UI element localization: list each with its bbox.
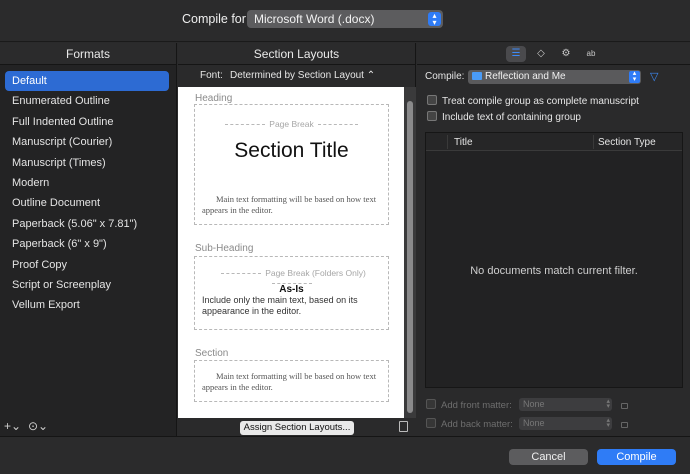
front-matter-value: None [523,399,545,409]
bottom-bar: Cancel Compile [0,436,690,474]
checkbox-icon[interactable] [426,418,436,428]
as-is-description: Include only the main text, based on its… [202,295,358,316]
lock-icon [621,422,628,428]
format-item[interactable]: Manuscript (Courier) [5,132,169,152]
add-format-button[interactable]: +⌄ [4,419,21,433]
subheading-layout-label: Sub-Heading [195,243,254,254]
compile-for-value: Microsoft Word (.docx) [254,12,375,26]
checkbox-label: Treat compile group as complete manuscri… [442,96,639,107]
treat-complete-manuscript-checkbox[interactable]: Treat compile group as complete manuscri… [427,95,639,107]
formats-footer: +⌄ ⊙⌄ [0,418,177,436]
tag-icon[interactable]: ◇ [531,46,551,62]
compile-group-value: Reflection and Me [485,71,566,82]
back-matter-value: None [523,418,545,428]
section-title-sample: Section Title [234,139,349,162]
section-body-sample: Main text formatting will be based on ho… [202,371,377,392]
checkbox-icon[interactable] [427,95,437,105]
front-matter-select[interactable]: None ▴ ▾ [519,398,612,411]
section-layout-label: Section [195,348,229,359]
compile-label: Compile: [425,71,465,82]
format-item[interactable]: Default [5,71,169,92]
empty-table-message: No documents match current filter. [470,265,638,277]
heading-body-sample: Main text formatting will be based on ho… [202,194,377,215]
back-matter-select[interactable]: None ▴ ▾ [519,417,612,430]
format-item[interactable]: Paperback (6" x 9") [5,234,169,254]
checkbox-label: Include text of containing group [442,112,581,123]
section-layout-box[interactable]: Main text formatting will be based on ho… [194,360,389,402]
more-options-button[interactable]: ⊙⌄ [28,419,48,433]
gear-icon[interactable]: ⚙ [556,46,576,62]
formats-header: Formats [0,43,176,65]
heading-layout-label: Heading [195,93,233,104]
column-title[interactable]: Title [454,137,473,148]
format-item[interactable]: Paperback (5.06" x 7.81") [5,214,169,234]
inspector-toolbar: ☰ ◇ ⚙ ab [417,43,690,65]
filter-icon[interactable]: ▽ [650,70,658,83]
back-matter-row: Add back matter: [426,418,513,430]
layouts-footer: Assign Section Layouts... [178,418,416,436]
format-item[interactable]: Full Indented Outline [5,112,169,132]
contents-table[interactable]: Title Section Type No documents match cu… [425,132,683,388]
font-label: Font: [200,70,223,81]
chevron-updown-icon: ▴ ▾ [629,70,640,83]
back-matter-label: Add back matter: [441,419,513,430]
assign-section-layouts-button[interactable]: Assign Section Layouts... [240,421,354,435]
table-header: Title Section Type [426,133,682,151]
cancel-button[interactable]: Cancel [509,449,588,465]
top-bar: Compile for: Microsoft Word (.docx) ▴ ▾ [0,0,690,42]
format-item[interactable]: Proof Copy [5,255,169,275]
column-separator [447,135,448,149]
compile-for-label: Compile for: [182,12,250,26]
format-item[interactable]: Script or Screenplay [5,275,169,295]
section-layouts-header: Section Layouts [178,43,415,65]
chevron-updown-icon: ▴ ▾ [606,398,610,410]
ab-replace-icon[interactable]: ab [581,46,601,62]
column-section-type[interactable]: Section Type [598,137,656,148]
format-item[interactable]: Enumerated Outline [5,91,169,111]
checkbox-icon[interactable] [427,111,437,121]
compile-button[interactable]: Compile [597,449,676,465]
compile-contents-panel: ☰ ◇ ⚙ ab Compile: Reflection and Me ▴ ▾ ▽… [417,43,690,436]
heading-layout-box[interactable]: Page Break Section Title Main text forma… [194,104,389,225]
chevron-updown-icon: ▴ ▾ [428,12,441,27]
format-item[interactable]: Manuscript (Times) [5,153,169,173]
font-row: Font: Determined by Section Layout ⌃ [178,66,416,86]
format-item[interactable]: Outline Document [5,193,169,213]
format-item[interactable]: Vellum Export [5,295,169,315]
preview-scrollbar[interactable] [404,87,416,418]
folder-icon [472,72,482,80]
include-containing-group-checkbox[interactable]: Include text of containing group [427,111,581,123]
front-matter-label: Add front matter: [441,400,512,411]
layout-preview[interactable]: Heading Page Break Section Title Main te… [178,87,404,418]
subheading-layout-box[interactable]: Page Break (Folders Only) As-Is Include … [194,256,389,330]
compile-group-select[interactable]: Reflection and Me ▴ ▾ [468,70,641,84]
section-layouts-panel: Section Layouts Font: Determined by Sect… [178,43,416,436]
checkbox-icon[interactable] [426,399,436,409]
front-matter-row: Add front matter: [426,399,512,411]
page-break-marker: Page Break [195,119,388,129]
chevron-updown-icon: ▴ ▾ [606,417,610,429]
list-icon[interactable]: ☰ [506,46,526,62]
formats-panel: Formats Default Enumerated Outline Full … [0,43,177,436]
compile-for-select[interactable]: Microsoft Word (.docx) ▴ ▾ [247,10,443,28]
document-icon[interactable] [399,421,408,432]
scrollbar-thumb[interactable] [407,101,413,413]
font-select[interactable]: Determined by Section Layout ⌃ [230,70,375,81]
as-is-title: As-Is [279,284,304,295]
formats-list: Default Enumerated Outline Full Indented… [0,65,176,316]
column-separator [593,135,594,149]
format-item[interactable]: Modern [5,173,169,193]
lock-icon [621,403,628,409]
